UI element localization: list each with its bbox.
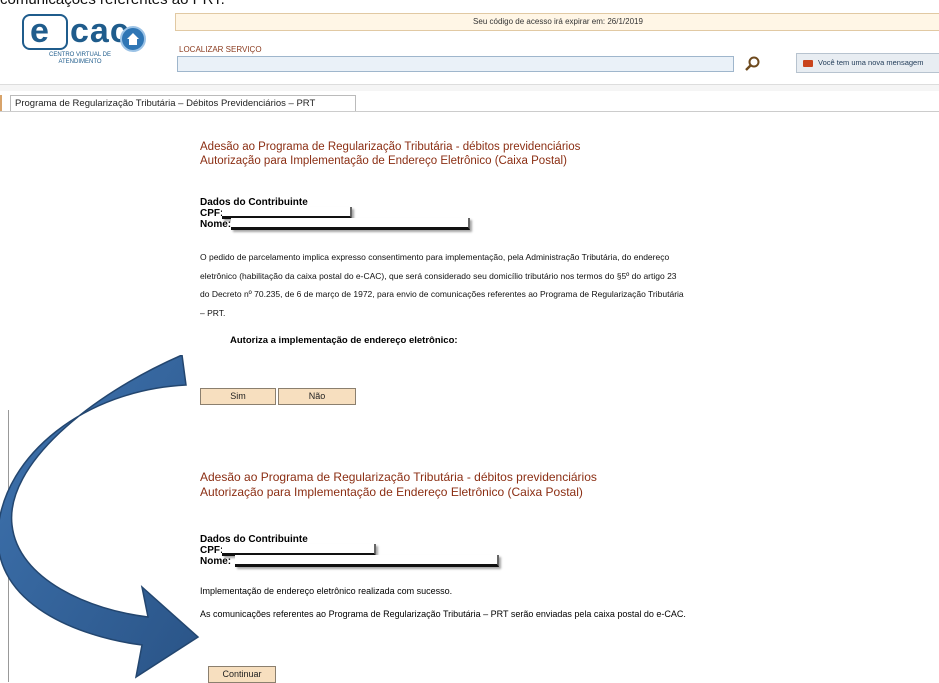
paragraph-line: do Decreto nº 70.235, de 6 de março de 1…	[200, 289, 684, 299]
paragraph-line: O pedido de parcelamento implica express…	[200, 252, 670, 262]
paragraph-line: – PRT.	[200, 307, 226, 318]
authorization-panel: Adesão ao Programa de Regularização Trib…	[200, 140, 820, 168]
panel1-nome-label: Nome:	[200, 219, 232, 230]
panel2-cpf-label: CPF:	[200, 545, 224, 556]
panel2-title-line2: Autorização para Implementação de Endere…	[200, 485, 583, 499]
caption-fragment: comunicações referentes ao PRT.	[0, 0, 225, 8]
search-input[interactable]	[177, 56, 734, 72]
logo-e-mark: e	[22, 12, 68, 50]
panel2-title-line1: Adesão ao Programa de Regularização Trib…	[200, 470, 597, 484]
session-expire-notice: Seu código de acesso irá expirar em: 26/…	[175, 13, 939, 31]
success-message: Implementação de endereço eletrônico rea…	[200, 586, 453, 596]
header-divider	[0, 84, 939, 91]
search-icon[interactable]	[744, 55, 762, 73]
panel2-nome-label: Nome:	[200, 556, 232, 567]
search-label: LOCALIZAR SERVIÇO	[179, 45, 262, 54]
panel1-title-line2: Autorização para Implementação de Endere…	[200, 155, 567, 167]
panel1-nome-redaction	[231, 218, 470, 230]
confirmation-panel: Adesão ao Programa de Regularização Trib…	[200, 470, 820, 500]
panel1-cpf-label: CPF:	[200, 208, 224, 219]
tab-prt[interactable]: Programa de Regularização Tributária – D…	[10, 95, 356, 112]
no-button[interactable]: Não	[278, 388, 356, 405]
new-message-label: Você tem uma nova mensagem	[818, 58, 924, 67]
panel2-nome-redaction	[235, 555, 499, 567]
panel1-title-line1: Adesão ao Programa de Regularização Trib…	[200, 141, 581, 153]
continue-button[interactable]: Continuar	[208, 666, 276, 683]
mailbox-notice: As comunicações referentes ao Programa d…	[200, 609, 686, 619]
home-icon[interactable]	[120, 26, 146, 52]
tab-baseline	[0, 111, 939, 112]
new-message-button[interactable]: Você tem uma nova mensagem	[796, 53, 939, 73]
curved-arrow-icon	[0, 355, 200, 679]
paragraph-line: eletrônico (habilitação da caixa postal …	[200, 270, 677, 281]
yes-button[interactable]: Sim	[200, 388, 276, 405]
tab-edge	[0, 95, 10, 111]
authorize-question: Autoriza a implementação de endereço ele…	[230, 335, 458, 346]
panel1-paragraph: O pedido de parcelamento implica express…	[200, 248, 860, 322]
mail-icon	[803, 59, 813, 67]
logo-subtitle: CENTRO VIRTUAL DE ATENDIMENTO	[48, 52, 111, 65]
